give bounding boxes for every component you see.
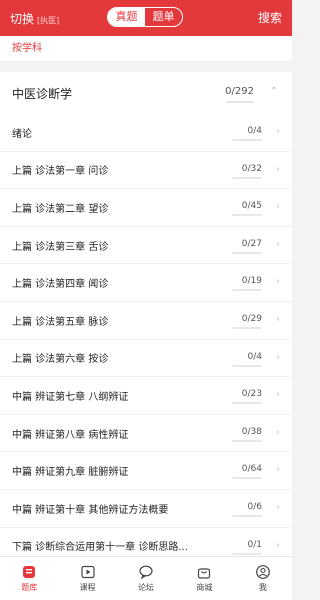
chevron-right-icon: › [276, 539, 280, 551]
chapter-title: 中篇 辨证第九章 脏腑辨证 [12, 467, 129, 479]
chapter-row[interactable]: 上篇 诊法第三章 舌诊 0/27 › [0, 227, 292, 265]
chapter-count: 0/1 [247, 539, 262, 550]
chapter-title: 中篇 辨证第十章 其他辨证方法概要 [12, 504, 169, 516]
chapter-row[interactable]: 绪论 0/4 › [0, 114, 292, 152]
chapter-row[interactable]: 上篇 诊法第二章 望诊 0/45 › [0, 189, 292, 227]
subject-header[interactable]: 中医诊断学 0/292 ⌃ [0, 72, 292, 114]
chevron-right-icon: › [276, 389, 280, 401]
chapter-progress-bar [232, 214, 262, 217]
chapter-row[interactable]: 中篇 辨证第七章 八纲辨证 0/23 › [0, 377, 292, 415]
chevron-right-icon: › [276, 426, 280, 438]
chevron-right-icon: › [276, 501, 280, 513]
chapter-row[interactable]: 中篇 辨证第十章 其他辨证方法概要 0/6 › [0, 490, 292, 528]
chevron-right-icon: › [276, 201, 280, 213]
chevron-right-icon: › [276, 238, 280, 250]
chevron-right-icon: › [276, 464, 280, 476]
shop-bag-icon [198, 568, 211, 579]
tab-forum[interactable]: 论坛 [117, 557, 175, 600]
tab-question-bank[interactable]: 题库 [0, 557, 58, 600]
chapter-title: 上篇 诊法第一章 问诊 [12, 166, 109, 178]
chapter-progress-bar [232, 139, 262, 141]
forum-chat-icon [139, 565, 153, 580]
chapter-title: 上篇 诊法第三章 舌诊 [12, 241, 109, 253]
chapter-count: 0/29 [241, 313, 262, 324]
tab-label: 论坛 [138, 583, 155, 592]
chapter-count: 0/45 [241, 201, 262, 212]
chapter-progress-bar [232, 251, 262, 254]
chapter-progress-bar [232, 477, 262, 480]
chapter-count: 0/19 [241, 276, 262, 287]
tab-me[interactable]: 我 [234, 557, 292, 600]
chapter-progress-bar [232, 364, 262, 367]
course-play-icon [81, 565, 95, 579]
filter-by-subject[interactable]: 按学科 [0, 36, 292, 62]
chapter-row[interactable]: 上篇 诊法第一章 问诊 0/32 › [0, 152, 292, 190]
chapter-title: 上篇 诊法第二章 望诊 [12, 203, 109, 215]
chapter-progress-bar [232, 552, 262, 555]
subject-progress-bar [226, 101, 254, 103]
chapter-progress-bar [232, 439, 262, 442]
chevron-right-icon: › [276, 163, 280, 175]
question-bank-icon [23, 566, 36, 578]
tab-label: 商城 [196, 583, 213, 592]
segment-real-exam[interactable]: 真题 [108, 8, 145, 26]
chapter-count: 0/6 [247, 501, 262, 512]
segment-control: 真题 题单 [107, 7, 183, 27]
chapter-title: 中篇 辨证第八章 病性辨证 [12, 429, 129, 441]
chapter-count: 0/32 [241, 163, 262, 174]
exam-type-tag: [执医] [37, 15, 60, 25]
tab-label: 课程 [79, 583, 96, 592]
top-bar: 切换 [执医] 真题 题单 搜索 [0, 0, 292, 36]
segment-question-list[interactable]: 题单 [145, 8, 182, 26]
chevron-right-icon: › [276, 313, 280, 325]
chapter-row[interactable]: 中篇 辨证第八章 病性辨证 0/38 › [0, 415, 292, 453]
switch-exam-button[interactable]: 切换 [执医] [10, 10, 59, 27]
bottom-tab-bar: 题库 课程 论坛 商城 我 [0, 556, 292, 600]
chevron-up-icon[interactable]: ⌃ [270, 86, 278, 97]
chapter-count: 0/4 [247, 351, 262, 362]
chevron-right-icon: › [276, 276, 280, 288]
chapter-count: 0/38 [241, 426, 262, 437]
tab-course[interactable]: 课程 [58, 557, 116, 600]
chapter-progress-bar [232, 402, 262, 405]
chapter-progress-bar [232, 289, 262, 292]
chapter-row[interactable]: 上篇 诊法第六章 按诊 0/4 › [0, 340, 292, 378]
chapter-row[interactable]: 上篇 诊法第五章 脉诊 0/29 › [0, 302, 292, 340]
chapter-list: 绪论 0/4 › 上篇 诊法第一章 问诊 0/32 › 上篇 诊法第二章 望诊 0/45 › 上篇… [0, 114, 292, 566]
chapter-count: 0/4 [247, 126, 262, 136]
chapter-title: 上篇 诊法第四章 闻诊 [12, 279, 109, 291]
chapter-row[interactable]: 上篇 诊法第四章 闻诊 0/19 › [0, 264, 292, 302]
chapter-progress-bar [232, 514, 262, 517]
chapter-title: 中篇 辨证第七章 八纲辨证 [12, 391, 129, 403]
chapter-count: 0/27 [241, 238, 262, 249]
chevron-right-icon: › [276, 126, 280, 137]
chevron-right-icon: › [276, 351, 280, 363]
chapter-title: 上篇 诊法第六章 按诊 [12, 354, 109, 366]
chapter-row[interactable]: 中篇 辨证第九章 脏腑辨证 0/64 › [0, 452, 292, 490]
chapter-count: 0/64 [241, 464, 262, 475]
chapter-progress-bar [232, 176, 262, 179]
switch-label: 切换 [10, 11, 35, 26]
chapter-progress-bar [232, 326, 262, 329]
chapter-title: 下篇 诊断综合运用第十一章 诊断思路... [12, 542, 188, 554]
profile-icon [255, 565, 270, 579]
tab-shop[interactable]: 商城 [175, 557, 233, 600]
subject-name: 中医诊断学 [12, 86, 73, 101]
search-button[interactable]: 搜索 [258, 0, 282, 36]
tab-label: 题库 [21, 583, 38, 592]
subject-count: 0/292 [225, 86, 254, 97]
tab-label: 我 [258, 583, 267, 592]
chapter-count: 0/23 [241, 389, 262, 400]
chapter-title: 绪论 [12, 128, 32, 140]
chapter-title: 上篇 诊法第五章 脉诊 [12, 316, 109, 328]
